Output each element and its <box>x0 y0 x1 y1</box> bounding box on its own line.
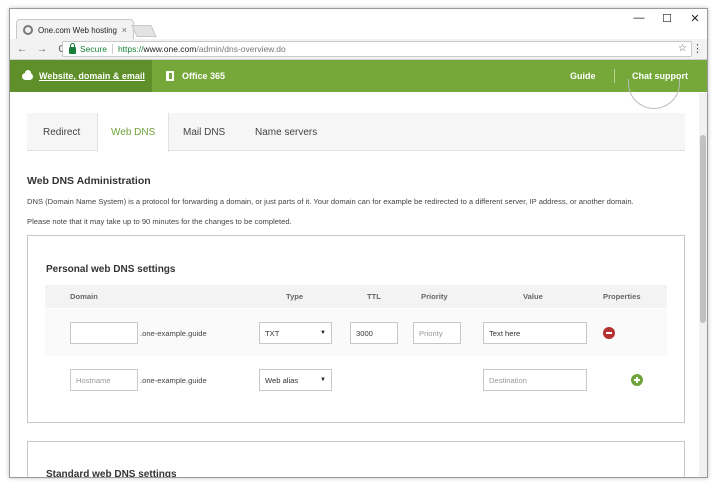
col-priority: Priority <box>421 292 448 301</box>
dns-tabs: Redirect Web DNS Mail DNS Name servers <box>27 113 685 152</box>
domain-input[interactable] <box>70 322 138 344</box>
standard-dns-title: Standard web DNS settings <box>46 469 177 478</box>
nav-website-domain-email[interactable]: Website, domain & email <box>10 60 152 92</box>
url-scheme: https:// <box>117 44 144 54</box>
hostname-suffix: .one-example.guide <box>140 376 207 385</box>
tab-strip: One.com Web hosting × — ☐ ✕ <box>10 9 707 40</box>
nav-guide-link[interactable]: Guide <box>570 71 596 81</box>
type-select-value: TXT <box>265 328 280 338</box>
url-path: /admin/dns-overview.do <box>196 44 286 54</box>
site-navigation: Website, domain & email Office 365 Guide… <box>10 60 707 92</box>
nav-divider <box>614 69 615 83</box>
col-type: Type <box>286 292 304 301</box>
browser-window: One.com Web hosting × — ☐ ✕ ← → C Secure… <box>9 8 708 478</box>
new-tab-button[interactable] <box>131 25 157 37</box>
cloud-icon <box>22 69 33 80</box>
dns-note: Please note that it may take up to 90 mi… <box>27 217 292 226</box>
office-icon <box>166 71 174 81</box>
personal-dns-panel: Personal web DNS settings Domain Type TT… <box>27 235 685 423</box>
type-select-new-value: Web alias <box>265 375 299 385</box>
close-tab-icon[interactable]: × <box>122 25 127 35</box>
value-input[interactable]: Text here <box>483 322 587 344</box>
tab-web-dns[interactable]: Web DNS <box>97 113 170 152</box>
col-properties: Properties <box>603 292 641 301</box>
forward-button[interactable]: → <box>34 44 50 55</box>
close-window-button[interactable]: ✕ <box>681 12 707 25</box>
nav-office-label[interactable]: Office 365 <box>182 71 225 81</box>
ttl-input[interactable]: 3000 <box>350 322 398 344</box>
secure-label: Secure <box>80 44 107 54</box>
tab-title: One.com Web hosting <box>38 25 118 35</box>
site-favicon-icon <box>23 25 33 35</box>
minimize-button[interactable]: — <box>625 12 653 24</box>
add-record-icon[interactable] <box>631 374 643 386</box>
browser-tab[interactable]: One.com Web hosting × <box>16 19 134 40</box>
domain-suffix: .one-example.guide <box>140 329 207 338</box>
tab-redirect[interactable]: Redirect <box>43 113 80 151</box>
col-ttl: TTL <box>367 292 381 301</box>
page-scrollbar[interactable] <box>699 93 707 477</box>
browser-toolbar: ← → C Secure https:// www.one.com /admin… <box>10 39 707 60</box>
priority-input[interactable]: Priority <box>413 322 461 344</box>
page-title: Web DNS Administration <box>27 175 151 187</box>
dns-table-header: Domain Type TTL Priority Value Propertie… <box>45 285 667 308</box>
type-select-new[interactable]: Web alias ▼ <box>259 369 332 391</box>
hostname-input[interactable]: Hostname <box>70 369 138 391</box>
lock-icon <box>69 42 76 54</box>
personal-dns-title: Personal web DNS settings <box>46 264 176 275</box>
tab-name-servers[interactable]: Name servers <box>255 113 317 151</box>
url-host: www.one.com <box>143 44 197 54</box>
type-select[interactable]: TXT ▼ <box>259 322 332 344</box>
nav-office-365[interactable]: Office 365 <box>166 60 225 92</box>
address-bar[interactable]: Secure https:// www.one.com /admin/dns-o… <box>62 41 692 57</box>
tab-mail-dns[interactable]: Mail DNS <box>183 113 225 151</box>
dns-description: DNS (Domain Name System) is a protocol f… <box>27 197 634 206</box>
scrollbar-thumb[interactable] <box>700 135 706 323</box>
bookmark-star-icon[interactable]: ☆ <box>678 43 687 54</box>
dropdown-arrow-icon: ▼ <box>320 377 326 383</box>
back-button[interactable]: ← <box>14 44 30 55</box>
dropdown-arrow-icon: ▼ <box>320 330 326 336</box>
destination-input[interactable]: Destination <box>483 369 587 391</box>
standard-dns-panel: Standard web DNS settings <box>27 441 685 478</box>
col-domain: Domain <box>70 292 98 301</box>
maximize-button[interactable]: ☐ <box>653 12 681 25</box>
url-divider <box>111 44 113 54</box>
browser-menu-icon[interactable]: ⋮ <box>692 42 703 55</box>
nav-website-label[interactable]: Website, domain & email <box>39 71 145 81</box>
col-value: Value <box>523 292 543 301</box>
page-content: Redirect Web DNS Mail DNS Name servers W… <box>10 93 700 478</box>
remove-record-icon[interactable] <box>603 327 615 339</box>
